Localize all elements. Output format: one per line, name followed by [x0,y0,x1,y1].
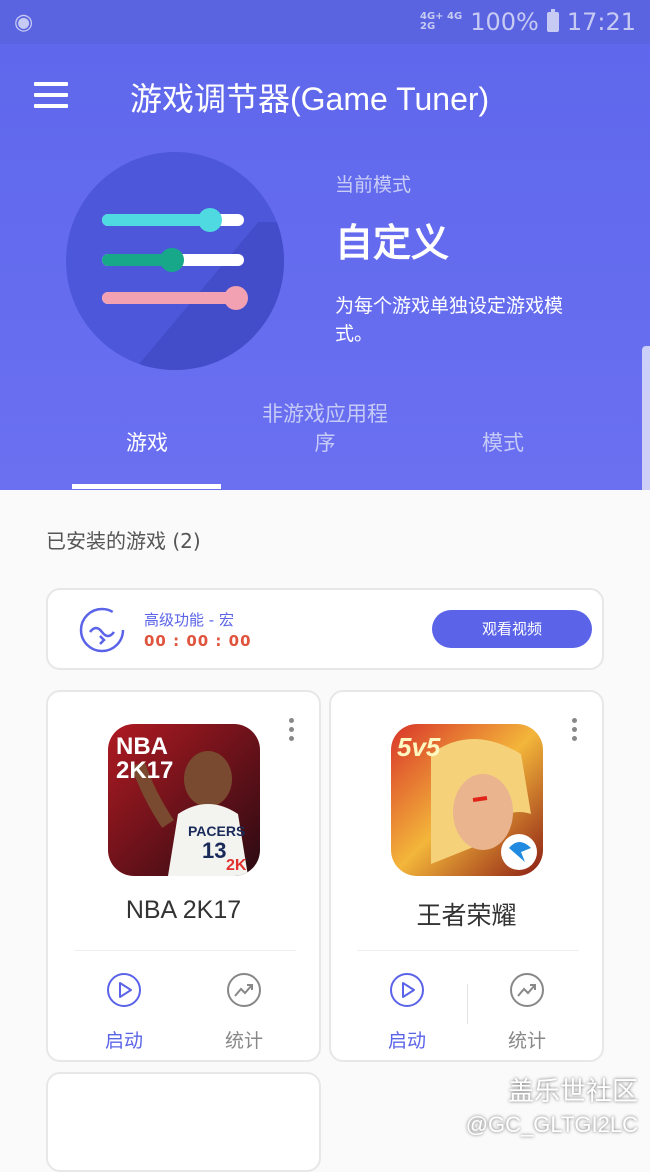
launch-label: 启动 [104,1030,143,1052]
honor-of-kings-app-icon[interactable]: 5v5 [391,724,543,876]
game-card[interactable]: 5v5 王者荣耀 启动 统计 [329,690,604,1062]
main-content: 已安装的游戏 (2) 高级功能 - 宏 00 : 00 : 00 观看视频 NB… [0,490,650,1172]
status-bar: ◉ 4G+ 4G 2G 100% 17:21 [0,0,650,44]
menu-icon[interactable] [34,82,68,108]
battery-percent: 100% [470,8,539,36]
launch-label: 启动 [387,1030,426,1052]
equalizer-icon [66,152,284,370]
svg-text:13: 13 [202,838,226,863]
svg-text:2K: 2K [226,857,247,874]
stats-label: 统计 [224,1030,263,1052]
promo-timer: 00 : 00 : 00 [144,632,252,650]
svg-text:NBA: NBA [116,733,168,760]
svg-text:2K17: 2K17 [116,757,173,784]
play-icon [107,973,141,1007]
watermark: 盖乐世社区 @GC_GLTGI2LC [466,1071,638,1138]
stats-label: 统计 [507,1030,546,1052]
nba2k17-app-icon[interactable]: NBA 2K17 PACERS 13 2K [108,724,260,876]
game-name: 王者荣耀 [416,902,517,930]
divider [467,984,468,1024]
watermark-line1: 盖乐世社区 [507,1077,638,1107]
macro-icon [79,607,125,653]
game-name: NBA 2K17 [125,896,242,924]
watch-video-button[interactable]: 观看视频 [432,610,592,648]
network-bottom: 2G [420,21,436,32]
launch-button[interactable]: 启动 [357,972,457,1053]
trend-icon [227,973,261,1007]
more-options-icon[interactable] [289,718,295,745]
svg-text:5v5: 5v5 [397,732,441,762]
svg-text:PACERS: PACERS [188,823,245,839]
tab-games[interactable]: 游戏 [72,394,222,490]
installed-games-title: 已安装的游戏 (2) [46,529,201,553]
network-signal-icon: 4G+ 4G 2G [420,12,462,32]
add-game-card[interactable] [46,1072,321,1172]
launch-button[interactable]: 启动 [74,972,174,1053]
battery-icon [546,9,559,32]
page-title: 游戏调节器(Game Tuner) [130,81,490,117]
mode-name: 自定义 [335,221,450,265]
promo-title: 高级功能 - 宏 [144,611,234,629]
tab-indicator [72,484,221,489]
mode-description: 为每个游戏单独设定游戏模式。 [335,295,564,345]
header: 游戏调节器(Game Tuner) 当前模式 自定义 为每个游戏单独设定游戏模式… [0,44,650,506]
divider [357,950,579,951]
tab-modes[interactable]: 模式 [428,394,578,490]
game-card[interactable]: NBA 2K17 PACERS 13 2K NBA 2K17 启动 统计 [46,690,321,1062]
app-notification-icon: ◉ [14,9,34,35]
mode-label: 当前模式 [335,174,412,196]
stats-button[interactable]: 统计 [194,972,294,1053]
trend-icon [510,973,544,1007]
clock: 17:21 [566,8,636,36]
play-icon [390,973,424,1007]
divider [74,950,296,951]
more-options-icon[interactable] [572,718,578,745]
tab-bar: 游戏 非游戏应用程序 模式 [56,394,596,490]
watermark-line2: @GC_GLTGI2LC [465,1112,638,1137]
tab-non-game-apps[interactable]: 非游戏应用程序 [250,394,400,490]
stats-button[interactable]: 统计 [477,972,577,1053]
edge-panel-handle[interactable] [642,346,650,506]
macro-promo-card[interactable]: 高级功能 - 宏 00 : 00 : 00 观看视频 [46,588,604,670]
